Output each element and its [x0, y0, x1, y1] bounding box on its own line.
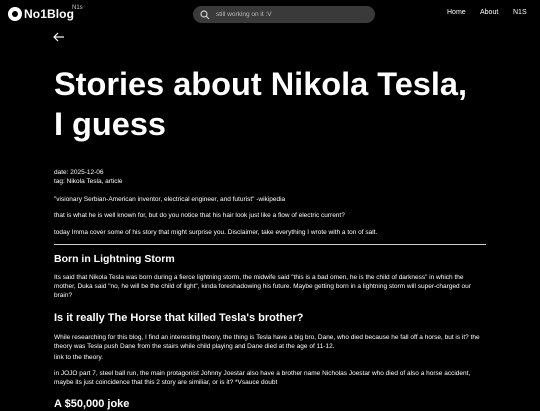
- nav-n1s-link[interactable]: N1S: [513, 9, 527, 16]
- post-content: date: 2025-12-06 tag: Nikola Tesla, arti…: [54, 168, 486, 410]
- post-title: Stories about Nikola Tesla, I guess: [54, 64, 494, 144]
- post-date: date: 2025-12-06: [54, 169, 104, 176]
- divider: [54, 244, 486, 245]
- back-arrow-icon[interactable]: [52, 30, 66, 44]
- section-heading-horse-theory: Is it really The Horse that killed Tesla…: [54, 312, 304, 324]
- logo-text: No1Blog: [24, 7, 75, 21]
- intro-quote: "visionary Serbian-American inventor, el…: [54, 196, 286, 203]
- site-logo[interactable]: No1Blog N1s: [8, 5, 83, 21]
- nav-about-link[interactable]: About: [480, 9, 498, 16]
- nav-home-link[interactable]: Home: [447, 9, 466, 16]
- section-2-paragraph-2: in JOJO part 7, steel ball run, the main…: [54, 370, 471, 386]
- post-title-line-2: I guess: [54, 106, 166, 142]
- section-1-paragraph: Its said that Nikola Tesla was born duri…: [54, 274, 471, 299]
- intro-paragraph-2: today Imma cover some of his story that …: [54, 229, 378, 236]
- section-heading-born-in-lightning-storm: Born in Lightning Storm: [54, 253, 175, 265]
- theory-link[interactable]: link to the theory.: [54, 353, 486, 362]
- search-icon: [200, 9, 210, 19]
- search-bar[interactable]: [193, 6, 375, 23]
- logo-superscript: N1s: [72, 5, 83, 11]
- search-input[interactable]: [216, 11, 366, 18]
- post-title-line-1: Stories about Nikola Tesla,: [54, 66, 467, 102]
- post-tags: tag: Nikola Tesla, article: [54, 178, 123, 185]
- intro-paragraph-1: that is what he is well known for, but d…: [54, 212, 345, 219]
- logo-icon: [8, 7, 22, 21]
- top-navbar: No1Blog N1s Home About N1S: [0, 0, 540, 28]
- section-2-paragraph-1: While researching for this blog, I find …: [54, 334, 480, 350]
